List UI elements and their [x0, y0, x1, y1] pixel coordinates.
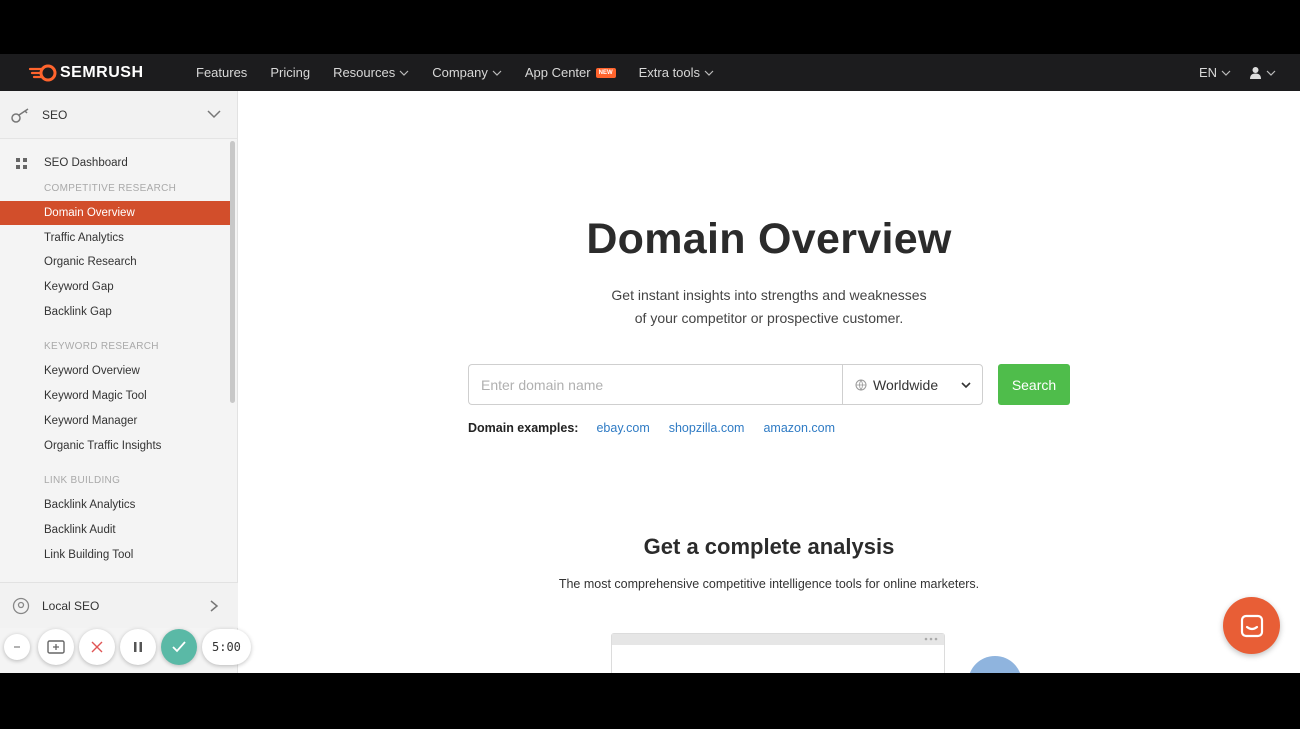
sidebar-scrollbar[interactable] [230, 141, 235, 403]
browser-screen: SEMRUSH Features Pricing Resources Compa… [0, 54, 1300, 673]
nav-company[interactable]: Company [432, 65, 502, 80]
language-label: EN [1198, 65, 1217, 80]
semrush-flame-icon [28, 64, 57, 81]
sidebar-item-keyword-manager[interactable]: Keyword Manager [0, 409, 230, 434]
dashboard-grid-icon [16, 158, 27, 169]
subtitle-line: of your competitor or prospective custom… [634, 310, 904, 326]
sidebar-section-heading: LINK BUILDING [44, 474, 121, 486]
nav-pricing-label: Pricing [270, 65, 311, 80]
sidebar-item-link-building-tool[interactable]: Link Building Tool [0, 542, 230, 567]
sidebar-item-backlink-analytics[interactable]: Backlink Analytics [0, 493, 230, 518]
check-icon [172, 641, 186, 653]
nav-extra-tools-label: Extra tools [638, 65, 701, 80]
sidebar-item-seo-dashboard[interactable]: SEO Dashboard [0, 151, 230, 176]
semrush-logo[interactable]: SEMRUSH [28, 64, 178, 82]
chevron-down-icon [492, 70, 502, 76]
domain-search-form: Worldwide Search [468, 364, 1070, 405]
sidebar-item-organic-research[interactable]: Organic Research [0, 250, 230, 275]
region-select[interactable]: Worldwide [842, 364, 983, 405]
section-title: Get a complete analysis [643, 534, 895, 559]
nav-app-center-label: App Center [524, 65, 591, 80]
subtitle-line: Get instant insights into strengths and … [611, 287, 927, 303]
sidebar-seo-label: SEO [42, 107, 68, 122]
sidebar-item-label: SEO Dashboard [44, 157, 128, 170]
sidebar: SEO SEO Dashboard COMPETITIVE RESEARCH D… [0, 91, 238, 673]
nav-menu: Features Pricing Resources Company App C… [196, 65, 737, 80]
sidebar-local-seo-label: Local SEO [42, 598, 100, 613]
sidebar-item-backlink-gap[interactable]: Backlink Gap [0, 299, 230, 324]
nav-company-label: Company [432, 65, 488, 80]
sidebar-item-organic-traffic-insights[interactable]: Organic Traffic Insights [0, 433, 230, 458]
screen-recorder-toolbar: 5:00 [4, 627, 251, 667]
nav-resources-label: Resources [333, 65, 396, 80]
domain-examples: Domain examples: ebay.com shopzilla.com … [468, 421, 854, 435]
nav-right: EN [1181, 65, 1276, 80]
new-badge: NEW [595, 67, 616, 78]
main-content: Domain Overview Get instant insights int… [238, 91, 1300, 673]
chevron-down-icon [1266, 70, 1276, 76]
chevron-down-icon [961, 382, 971, 389]
nav-pricing[interactable]: Pricing [270, 65, 310, 80]
recorder-cancel-button[interactable] [79, 629, 115, 665]
example-link-ebay[interactable]: ebay.com [596, 421, 649, 435]
video-frame: SEMRUSH Features Pricing Resources Compa… [0, 0, 1300, 729]
top-navigation: SEMRUSH Features Pricing Resources Compa… [0, 54, 1300, 91]
region-value: Worldwide [873, 376, 939, 393]
recorder-pause-button[interactable] [120, 629, 156, 665]
recorder-finish-button[interactable] [161, 629, 197, 665]
chat-icon [1240, 614, 1263, 637]
nav-resources[interactable]: Resources [333, 65, 409, 80]
search-button[interactable]: Search [998, 364, 1070, 405]
example-link-amazon[interactable]: amazon.com [763, 421, 835, 435]
chevron-down-icon [704, 70, 714, 76]
chat-button[interactable] [1223, 597, 1280, 654]
recorder-timer: 5:00 [202, 629, 251, 665]
domain-input[interactable] [468, 364, 842, 405]
page-title: Domain Overview [586, 215, 952, 263]
sidebar-item-domain-overview[interactable]: Domain Overview [0, 200, 230, 226]
nav-features-label: Features [196, 65, 248, 80]
location-pin-icon [12, 597, 30, 614]
globe-icon [855, 379, 867, 391]
nav-extra-tools[interactable]: Extra tools [639, 65, 714, 80]
example-link-shopzilla[interactable]: shopzilla.com [669, 421, 745, 435]
pause-icon [134, 642, 142, 652]
sidebar-item-keyword-magic-tool[interactable]: Keyword Magic Tool [0, 384, 230, 409]
minus-icon [14, 646, 20, 648]
analysis-preview-image [611, 633, 945, 673]
recorder-camera-button[interactable] [38, 629, 74, 665]
chevron-down-icon [399, 70, 409, 76]
language-selector[interactable]: EN [1199, 65, 1231, 80]
sidebar-item-traffic-analytics[interactable]: Traffic Analytics [0, 225, 230, 250]
chevron-down-icon [1221, 70, 1231, 76]
sidebar-local-seo[interactable]: Local SEO [0, 582, 238, 628]
examples-label: Domain examples: [468, 421, 579, 435]
sidebar-menu: SEO Dashboard COMPETITIVE RESEARCH Domai… [0, 151, 230, 567]
recorder-collapse-button[interactable] [4, 634, 30, 660]
nav-app-center[interactable]: App Center NEW [525, 65, 616, 80]
window-dots-icon [924, 637, 938, 641]
chevron-down-icon [207, 110, 221, 119]
preview-window-bar [612, 634, 944, 645]
close-icon [91, 641, 103, 653]
chevron-right-icon [210, 600, 219, 612]
page-subtitle: Get instant insights into strengths and … [238, 284, 1300, 330]
decorative-circle [968, 656, 1022, 673]
user-menu[interactable] [1249, 66, 1276, 79]
seo-key-icon [11, 107, 29, 123]
sidebar-item-keyword-overview[interactable]: Keyword Overview [0, 359, 230, 384]
sidebar-seo-toggle[interactable]: SEO [0, 91, 237, 139]
video-camera-icon [47, 640, 65, 654]
sidebar-section-heading: COMPETITIVE RESEARCH [44, 182, 177, 194]
sidebar-item-keyword-gap[interactable]: Keyword Gap [0, 275, 230, 300]
brand-name: SEMRUSH [60, 63, 144, 81]
sidebar-section-heading: KEYWORD RESEARCH [44, 341, 159, 353]
sidebar-item-backlink-audit[interactable]: Backlink Audit [0, 518, 230, 543]
nav-features[interactable]: Features [196, 65, 247, 80]
user-icon [1250, 67, 1261, 79]
section-subtitle: The most comprehensive competitive intel… [558, 577, 980, 591]
